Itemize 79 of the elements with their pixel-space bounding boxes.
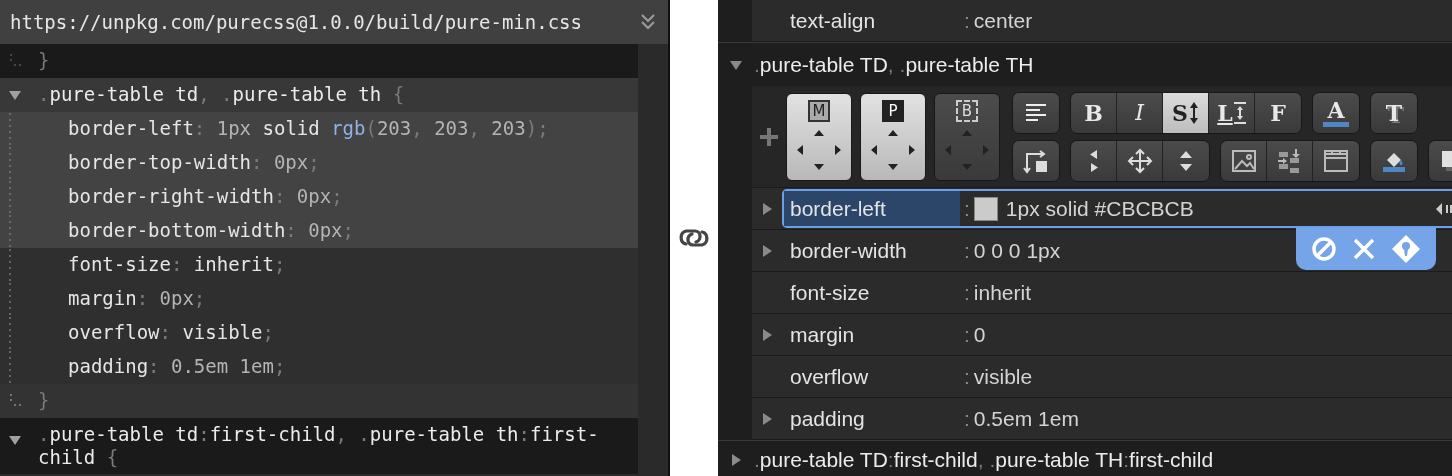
- code-line: font-size: inherit;: [68, 252, 286, 276]
- align-left-icon: [1024, 102, 1048, 123]
- code-line: overflow: visible;: [68, 320, 274, 344]
- add-icon[interactable]: [760, 127, 778, 146]
- rule-selector: .pure-table TD, .pure-table TH: [754, 52, 1034, 77]
- expand-triangle-icon[interactable]: [760, 327, 774, 342]
- box-model-button[interactable]: B: [934, 92, 1000, 181]
- box-model-button[interactable]: M: [786, 92, 852, 181]
- double-chevron-down-icon[interactable]: [640, 13, 656, 31]
- image-icon: [1230, 148, 1257, 173]
- color-swatch[interactable]: [973, 196, 998, 221]
- property-value: 0.5em 1em: [973, 406, 1079, 431]
- align-left-button[interactable]: [1013, 92, 1059, 133]
- separator: :: [963, 8, 971, 33]
- property-row[interactable]: padding : 0.5em 1em: [752, 398, 1452, 440]
- property-row[interactable]: font-size : inherit: [752, 272, 1452, 314]
- image-button[interactable]: [1221, 140, 1267, 181]
- property-value: center: [973, 8, 1033, 33]
- property-name: font-size: [790, 280, 870, 305]
- brick-window-button[interactable]: [1313, 140, 1359, 181]
- code-line: border-bottom-width: 0px;: [68, 218, 354, 242]
- property-value: 1px solid #CBCBCB: [1005, 196, 1194, 221]
- box-model-button[interactable]: P: [860, 92, 926, 181]
- expand-triangle-icon[interactable]: [729, 452, 743, 467]
- property-row[interactable]: overflow : visible: [752, 356, 1452, 398]
- property-row[interactable]: text-align : center: [752, 0, 1452, 42]
- separator: :: [963, 280, 971, 305]
- separator: :: [963, 406, 971, 431]
- property-value: inherit: [973, 280, 1032, 305]
- paint-bucket-button[interactable]: [1371, 140, 1417, 181]
- property-name: text-align: [790, 8, 876, 33]
- horizontal-arrows-button[interactable]: [1071, 140, 1117, 181]
- vertical-arrows-button[interactable]: [1163, 140, 1209, 181]
- code-line: .pure-table td:first-child, .pure-table th:first-child {: [38, 423, 600, 469]
- collapse-triangle-icon[interactable]: [8, 433, 22, 447]
- property-value: visible: [973, 364, 1033, 389]
- separator: :: [963, 364, 971, 389]
- up-down-arrow-icon: [1188, 100, 1199, 125]
- property-row[interactable]: margin : 0: [752, 314, 1452, 356]
- move-icon: [1126, 147, 1153, 174]
- format-button[interactable]: S: [1163, 92, 1209, 133]
- corner-arrows-icon: [1023, 147, 1049, 174]
- property-name: overflow: [790, 364, 869, 389]
- property-name: border-width: [790, 238, 907, 263]
- property-name: border-left: [790, 196, 886, 221]
- format-button[interactable]: F: [1255, 92, 1301, 133]
- separator: :: [963, 322, 971, 347]
- property-value: 0: [973, 322, 986, 347]
- code-line: border-left: 1px solid rgb(203, 203, 203);: [68, 116, 549, 140]
- separator: :: [963, 238, 971, 263]
- format-button[interactable]: B: [1071, 92, 1117, 133]
- format-button[interactable]: A: [1313, 92, 1359, 133]
- stylesheet-url: https://unpkg.com/purecss@1.0.0/build/pure-min.css: [10, 11, 582, 33]
- code-line: margin: 0px;: [68, 286, 206, 310]
- brick-window-icon: [1323, 148, 1349, 173]
- code-line: border-right-width: 0px;: [68, 184, 343, 208]
- move-button[interactable]: [1117, 140, 1163, 181]
- code-line: padding: 0.5em 1em;: [68, 354, 286, 378]
- separator: :: [963, 196, 971, 221]
- property-name: margin: [790, 322, 855, 347]
- code-line: .pure-table td, .pure-table th {: [38, 82, 405, 106]
- property-name: padding: [790, 406, 865, 431]
- expand-triangle-icon[interactable]: [760, 243, 774, 258]
- format-button[interactable]: I: [1117, 92, 1163, 133]
- code-line: }: [38, 388, 50, 412]
- line-height-arrows-icon: [1233, 99, 1246, 126]
- expand-triangle-icon[interactable]: [760, 201, 774, 216]
- pattern-arrows-icon: [1276, 147, 1303, 174]
- pattern-arrows-button[interactable]: [1267, 140, 1313, 181]
- rule-selector: .pure-table TD:first-child, .pure-table TH:first-child: [754, 447, 1214, 472]
- underline-bar-icon: [1323, 121, 1349, 127]
- expand-triangle-icon[interactable]: [760, 411, 774, 426]
- format-button[interactable]: L: [1209, 92, 1255, 133]
- property-value: 0 0 0 1px: [973, 238, 1061, 263]
- code-line: border-top-width: 0px;: [68, 150, 320, 174]
- collapse-triangle-icon[interactable]: [8, 88, 22, 102]
- corner-arrows-button[interactable]: [1013, 140, 1059, 181]
- format-button[interactable]: T: [1371, 92, 1417, 133]
- code-line: }: [38, 48, 50, 72]
